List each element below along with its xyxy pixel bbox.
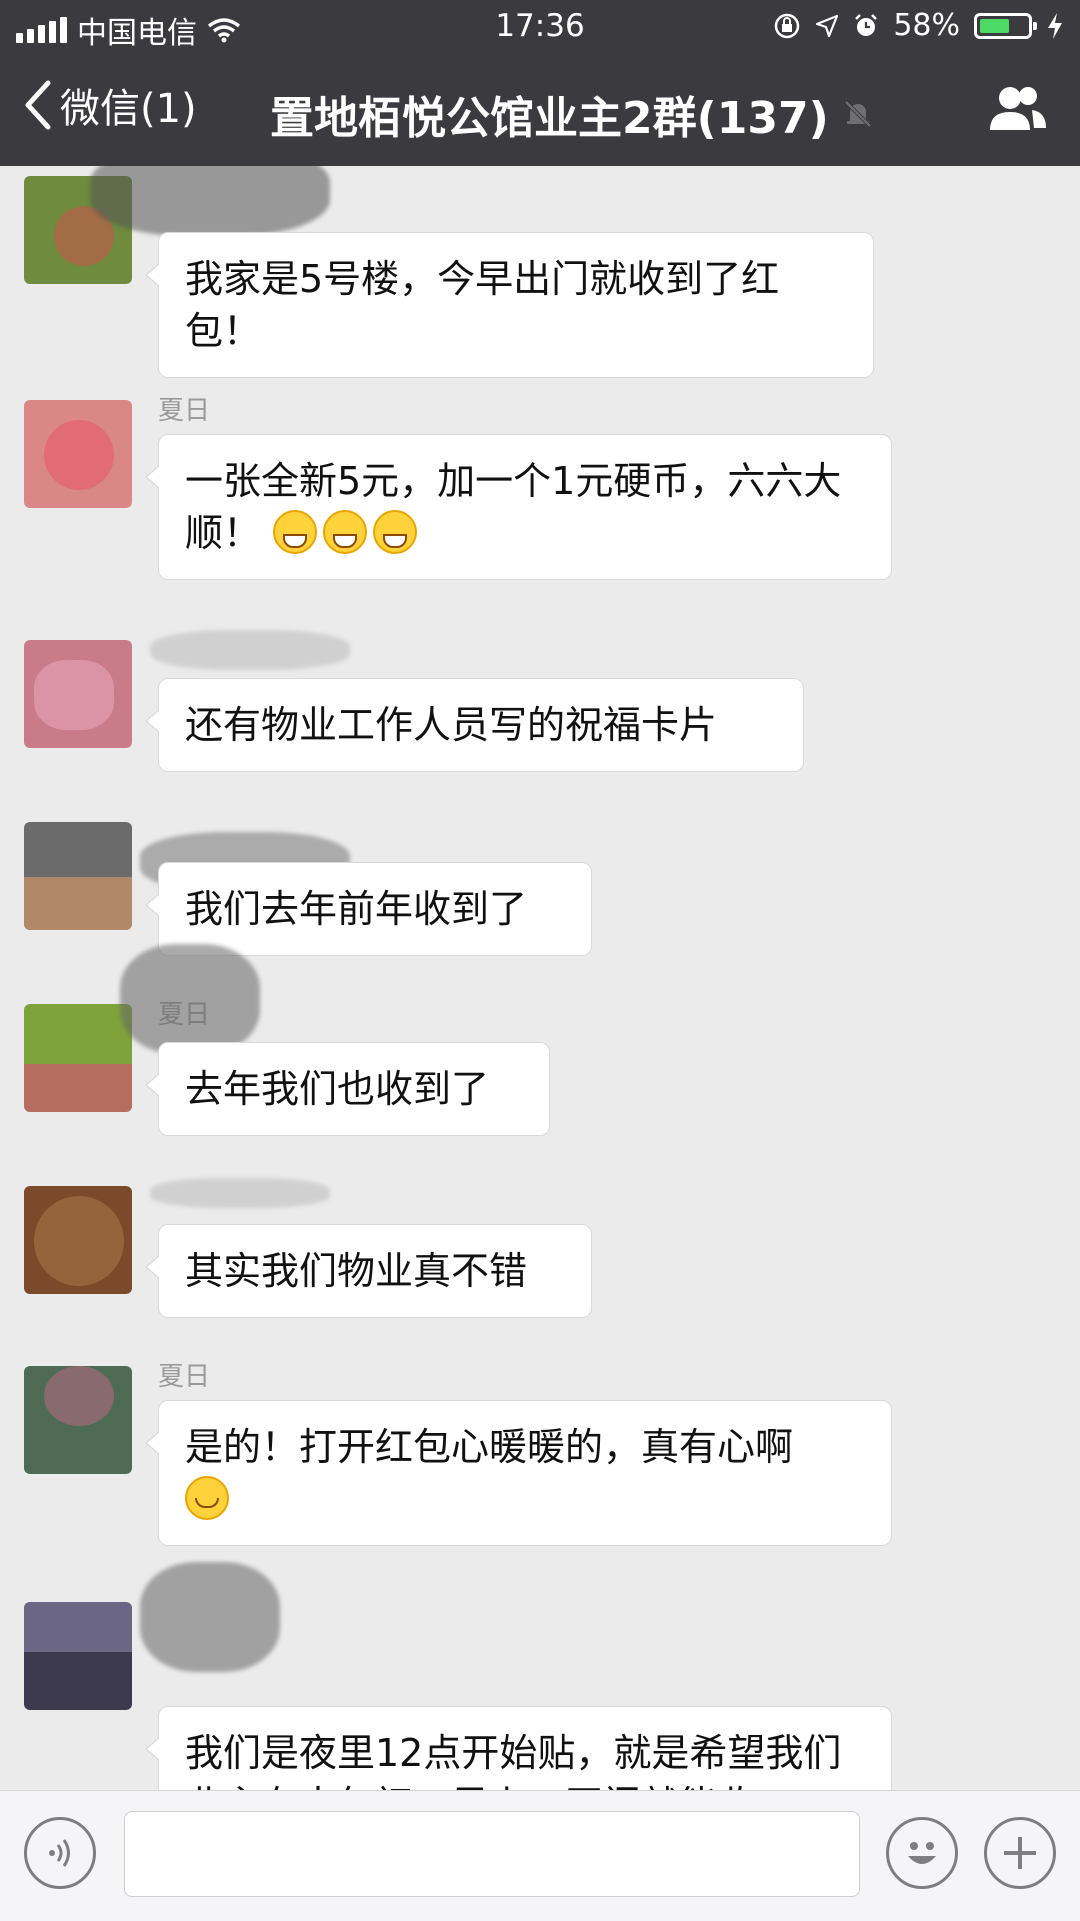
privacy-scribble [90, 166, 330, 236]
message-bubble[interactable]: 其实我们物业真不错 [145, 1224, 592, 1318]
message-bubble[interactable]: 我家是5号楼，今早出门就收到了红包！ [145, 232, 874, 378]
message-text: 还有物业工作人员写的祝福卡片 [185, 703, 718, 747]
battery-percent: 58% [893, 8, 960, 43]
status-bar: 中国电信 17:36 58% [0, 0, 1080, 54]
back-button[interactable]: 微信(1) [22, 76, 197, 134]
message-bubble[interactable]: 一张全新5元，加一个1元硬币，六六大顺！ [145, 434, 892, 580]
avatar[interactable] [24, 1366, 132, 1474]
message-text: 我家是5号楼，今早出门就收到了红包！ [185, 257, 780, 353]
avatar[interactable] [24, 400, 132, 508]
group-members-button[interactable] [986, 82, 1048, 138]
message-text: 是的！打开红包心暖暖的，真有心啊 [185, 1425, 794, 1469]
voice-icon [49, 1839, 70, 1867]
avatar[interactable] [24, 1602, 132, 1710]
group-members-icon [990, 87, 1046, 130]
avatar[interactable] [24, 1004, 132, 1112]
message-text: 其实我们物业真不错 [185, 1249, 528, 1293]
avatar[interactable] [24, 822, 132, 930]
grin-emoji-icon [373, 510, 418, 554]
voice-button[interactable] [24, 1817, 96, 1889]
emoji-button[interactable] [886, 1817, 958, 1889]
smile-emoji-icon [185, 1476, 229, 1520]
alarm-icon [855, 13, 878, 36]
message-bubble[interactable]: 我们是夜里12点开始贴，就是希望我们业主在大年初一早上一开门就能收 [145, 1706, 892, 1790]
message-text: 我们去年前年收到了 [185, 887, 528, 931]
mute-bell-icon [844, 100, 872, 128]
battery-icon [974, 12, 1037, 39]
avatar[interactable] [24, 640, 132, 748]
input-bar [0, 1790, 1080, 1921]
privacy-scribble [120, 944, 260, 1054]
orientation-lock-icon [775, 13, 800, 38]
more-button[interactable] [984, 1817, 1056, 1889]
location-icon [816, 14, 839, 37]
privacy-scribble [150, 1178, 330, 1208]
avatar[interactable] [24, 1186, 132, 1294]
privacy-scribble [140, 1562, 280, 1672]
chat-title: 置地栢悦公馆业主2群(137) [270, 93, 829, 144]
message-bubble[interactable]: 去年我们也收到了 [145, 1042, 550, 1136]
chat-area[interactable]: 我家是5号楼，今早出门就收到了红包！ 夏日 一张全新5元，加一个1元硬币，六六大… [0, 166, 1080, 1790]
message-bubble[interactable]: 还有物业工作人员写的祝福卡片 [145, 678, 804, 772]
emoji-icon [908, 1842, 936, 1864]
grin-emoji-icon [273, 510, 318, 554]
sender-name: 夏日 [158, 396, 211, 426]
charging-icon [1048, 12, 1062, 39]
privacy-scribble [150, 630, 350, 670]
message-bubble[interactable]: 我们去年前年收到了 [145, 862, 592, 956]
message-text: 我们是夜里12点开始贴，就是希望我们业主在大年初一早上一开门就能收 [185, 1731, 842, 1790]
sender-name: 夏日 [158, 1362, 211, 1392]
back-chevron-icon [25, 80, 51, 130]
grin-emoji-icon [323, 510, 368, 554]
message-input[interactable] [124, 1811, 860, 1897]
message-bubble[interactable]: 是的！打开红包心暖暖的，真有心啊 [145, 1400, 892, 1546]
page-title: 置地栢悦公馆业主2群(137) [270, 82, 875, 146]
plus-icon [1004, 1837, 1036, 1869]
message-text: 去年我们也收到了 [185, 1067, 490, 1111]
nav-bar: 微信(1) 置地栢悦公馆业主2群(137) [0, 54, 1080, 166]
back-label: 微信(1) [60, 86, 197, 132]
